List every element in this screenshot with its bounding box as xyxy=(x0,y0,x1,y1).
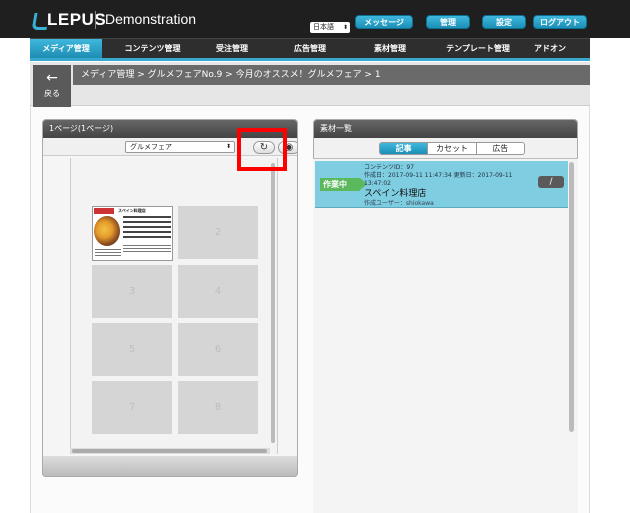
page-slot-2[interactable]: 2 xyxy=(178,206,258,259)
material-panel-title: 素材一覧 xyxy=(314,120,577,138)
status-badge: 作業中 xyxy=(320,178,367,191)
logo-mark-icon xyxy=(33,11,45,29)
language-select[interactable]: 日本語 ⬍ xyxy=(310,22,350,33)
item-content-id: コンテンツID：97 xyxy=(364,164,415,171)
nav-order-management[interactable]: 受注管理 xyxy=(202,39,262,59)
arrow-left-icon: ← xyxy=(46,70,58,86)
tab-article[interactable]: 記事 xyxy=(380,143,429,154)
page-horizontal-scrollbar[interactable] xyxy=(72,449,267,453)
nav-media-management[interactable]: メディア管理 xyxy=(30,39,102,59)
thumbnail-text-lines xyxy=(123,216,171,241)
message-button[interactable]: メッセージ xyxy=(355,15,413,29)
page-slot-6[interactable]: 6 xyxy=(178,323,258,376)
pencil-icon: / xyxy=(549,177,553,187)
annotation-highlight-box xyxy=(237,128,287,171)
thumbnail-title: スペイン料理店 xyxy=(118,208,146,213)
page-slot-5[interactable]: 5 xyxy=(92,323,172,376)
select-arrow-icon: ⬍ xyxy=(342,24,348,31)
breadcrumb: メディア管理 > グルメフェアNo.9 > 今月のオススメ！グルメフェア > 1 xyxy=(73,65,590,85)
thumbnail-tag xyxy=(94,208,114,214)
header-divider xyxy=(95,11,96,29)
media-select[interactable]: グルメフェア ⬍ xyxy=(125,141,235,153)
page-slot-8[interactable]: 8 xyxy=(178,381,258,434)
app-title: Demonstration xyxy=(105,11,197,27)
thumbnail-detail-lines xyxy=(123,245,171,254)
item-meta: コンテンツID：97 作成日：2017-09-11 11:47:34 更新日：2… xyxy=(364,164,513,188)
page-slot-3[interactable]: 3 xyxy=(92,265,172,318)
page-panel-footer xyxy=(42,456,298,477)
back-button[interactable]: ← 戻る xyxy=(33,65,71,107)
material-tabs: 記事 カセット 広告 xyxy=(379,142,525,155)
nav-content-management[interactable]: コンテンツ管理 xyxy=(110,39,195,59)
material-list-scrollbar[interactable] xyxy=(569,162,574,432)
logo-text: LEPUS xyxy=(47,10,107,29)
food-image xyxy=(94,216,120,246)
item-author: 作成ユーザー：shiokawa xyxy=(364,200,434,207)
logout-button[interactable]: ログアウト xyxy=(533,15,587,29)
page-1-thumbnail[interactable]: スペイン料理店 xyxy=(92,206,173,261)
settings-button[interactable]: 設定 xyxy=(482,15,526,29)
media-select-value: グルメフェア xyxy=(130,143,172,151)
tab-cassette[interactable]: カセット xyxy=(428,143,477,154)
item-dates: 作成日：2017-09-11 11:47:34 更新日：2017-09-11 xyxy=(364,172,513,179)
edit-button[interactable]: / xyxy=(538,176,564,188)
nav-ad-management[interactable]: 広告管理 xyxy=(280,39,340,59)
nav-template-management[interactable]: テンプレート管理 xyxy=(430,39,526,59)
main-nav: メディア管理 コンテンツ管理 受注管理 広告管理 素材管理 テンプレート管理 ア… xyxy=(30,38,590,59)
nav-material-management[interactable]: 素材管理 xyxy=(360,39,420,59)
language-value: 日本語 xyxy=(313,23,334,31)
select-arrow-icon: ⬍ xyxy=(225,143,231,150)
admin-button[interactable]: 管理 xyxy=(426,15,470,29)
nav-addon[interactable]: アドオン xyxy=(528,39,572,59)
material-list xyxy=(313,158,578,513)
thumbnail-caption-lines xyxy=(95,249,121,258)
back-label: 戻る xyxy=(44,89,60,98)
page-slot-4[interactable]: 4 xyxy=(178,265,258,318)
tab-ad[interactable]: 広告 xyxy=(477,143,524,154)
page-vertical-scrollbar[interactable] xyxy=(271,163,275,443)
page-slot-7[interactable]: 7 xyxy=(92,381,172,434)
nav-accent-bar xyxy=(30,58,590,61)
